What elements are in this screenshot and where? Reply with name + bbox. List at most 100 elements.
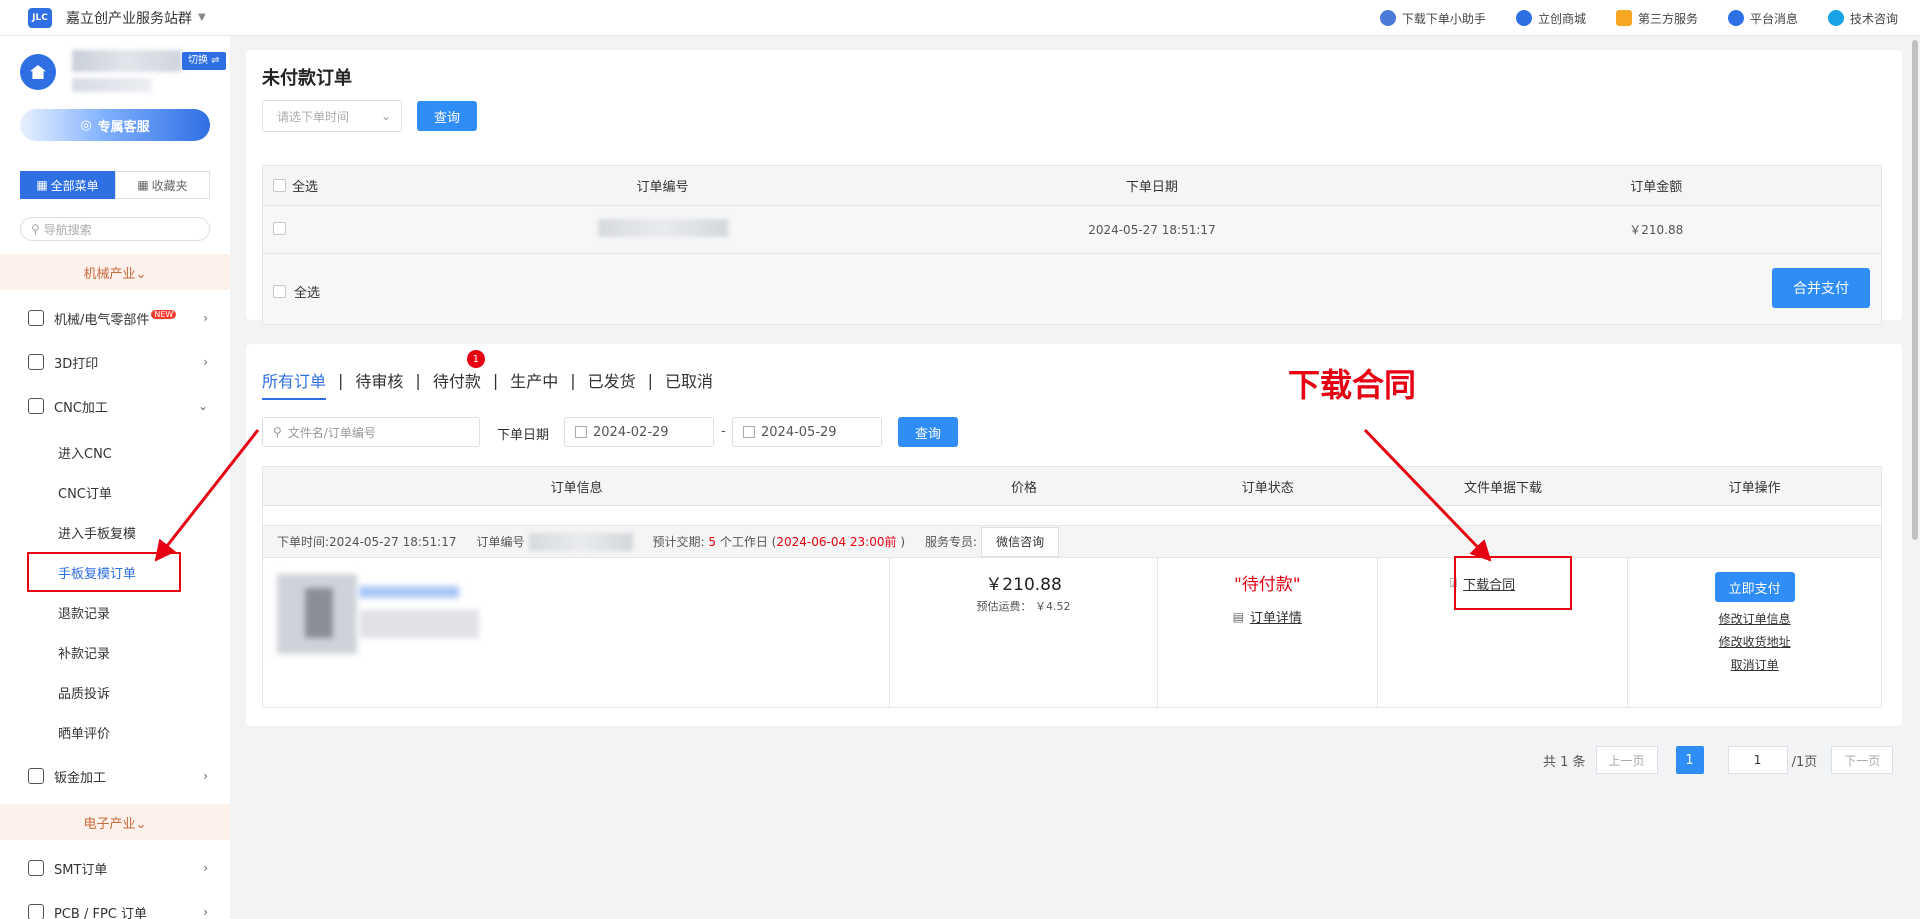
next-page-button[interactable]: 下一页 <box>1831 746 1894 774</box>
sidebar-sub-cnc-orders[interactable]: CNC订单 <box>0 472 230 512</box>
service-agent: 服务专员: 微信咨询 <box>925 526 1060 557</box>
sidebar-sub-reviews[interactable]: 晒单评价 <box>0 712 230 752</box>
footer-select-all-checkbox[interactable] <box>273 285 286 298</box>
unpaid-table: 全选 订单编号 下单日期 订单金额 2024-05-27 18:51:17 ￥2… <box>262 165 1882 325</box>
table-header: 全选 订单编号 下单日期 订单金额 <box>263 166 1881 206</box>
order-no-cell <box>453 219 872 240</box>
site-name[interactable]: 嘉立创产业服务站群 <box>66 8 192 28</box>
tab-pending-review[interactable]: 待审核 <box>343 368 415 392</box>
col-order-date: 下单日期 <box>1125 180 1178 195</box>
avatar[interactable] <box>20 54 56 90</box>
exclusive-service-button[interactable]: ◎ 专属客服 <box>20 109 210 141</box>
orders-table: 订单信息 价格 订单状态 文件单据下载 订单操作 下单时间:2024-05-27… <box>262 466 1882 708</box>
sidebar-item-3d-print[interactable]: 3D打印 › <box>0 342 230 382</box>
unpaid-query-button[interactable]: 查询 <box>417 101 477 131</box>
order-time-select[interactable]: 请选下单时间 ⌄ <box>262 100 402 132</box>
userid-blurred <box>72 78 152 92</box>
pay-now-button[interactable]: 立即支付 <box>1714 572 1795 602</box>
table-header: 订单信息 价格 订单状态 文件单据下载 订单操作 <box>263 467 1881 505</box>
mall-icon <box>1515 10 1532 26</box>
sidebar-sub-refunds[interactable]: 退款记录 <box>0 592 230 632</box>
col-order-no: 订单编号 <box>636 180 689 195</box>
board-icon <box>28 904 44 919</box>
search-icon: ⚲ <box>273 425 282 439</box>
sidebar-sub-supplements[interactable]: 补款记录 <box>0 632 230 672</box>
tab-shipped[interactable]: 已发货 <box>576 368 648 392</box>
edit-address-link[interactable]: 修改收货地址 <box>1628 633 1881 650</box>
mall-link[interactable]: 立创商城 <box>1515 10 1586 27</box>
order-no-blurred <box>528 532 633 551</box>
grid-icon <box>1615 10 1632 26</box>
wechat-consult-button[interactable]: 微信咨询 <box>981 526 1060 557</box>
chevron-down-icon: ⌄ <box>197 399 208 413</box>
current-page-button[interactable]: 1 <box>1675 746 1704 774</box>
prev-page-button[interactable]: 上一页 <box>1595 746 1658 774</box>
sidebar-item-sheet-metal[interactable]: 钣金加工 › <box>0 756 230 796</box>
username-blurred <box>72 50 182 72</box>
grid-icon: ▦ <box>36 178 48 192</box>
new-badge: NEW <box>151 309 177 319</box>
download-assistant-link[interactable]: 下载下单小助手 <box>1379 10 1486 27</box>
chevron-right-icon: › <box>203 769 208 783</box>
sheet-metal-icon <box>28 768 44 784</box>
sidebar-sub-enter-cnc[interactable]: 进入CNC <box>0 432 230 472</box>
pager-total: 共 1 条 <box>1543 754 1586 770</box>
row-checkbox-cell <box>263 221 453 238</box>
tab-all-menu[interactable]: ▦ 全部菜单 <box>20 171 115 199</box>
chevron-right-icon: › <box>203 311 208 325</box>
table-row: ￥210.88 预估运费： ￥4.52 "待付款" ▤ 订单详情 ⍗ 下载合同 立即… <box>263 557 1881 707</box>
date-to-input[interactable]: 2024-05-29 <box>732 417 882 447</box>
sidebar-item-parts[interactable]: 机械/电气零部件 NEW › <box>0 298 230 338</box>
order-search-input[interactable]: ⚲ 文件名/订单编号 <box>262 417 480 447</box>
assistant-icon <box>1379 10 1396 26</box>
category-mechanical[interactable]: 机械产业⌄ <box>0 254 230 290</box>
date-from-input[interactable]: 2024-02-29 <box>564 417 714 447</box>
date-separator: - <box>721 424 726 439</box>
delivery-estimate: 预计交期: 5 个工作日 (2024-06-04 23:00前 ) <box>652 535 906 549</box>
tab-favorites[interactable]: ▦ 收藏夹 <box>115 171 210 199</box>
tab-cancelled[interactable]: 已取消 <box>653 368 725 392</box>
product-name-blurred[interactable] <box>359 586 459 598</box>
chevron-down-icon[interactable]: ▼ <box>198 12 206 23</box>
sidebar-sub-enter-prototype[interactable]: 进入手板复模 <box>0 512 230 552</box>
category-electronic[interactable]: 电子产业⌄ <box>0 804 230 840</box>
search-icon: ⚲ <box>31 222 40 236</box>
tab-in-production[interactable]: 生产中 <box>498 368 570 392</box>
col-downloads: 文件单据下载 <box>1463 480 1542 496</box>
chevron-down-icon: ⌄ <box>380 109 391 123</box>
nav-search-input[interactable]: ⚲ 导航搜索 <box>20 217 210 241</box>
select-all-checkbox[interactable] <box>273 179 286 192</box>
page-title: 未付款订单 <box>262 68 352 89</box>
third-party-link[interactable]: 第三方服务 <box>1615 10 1698 27</box>
sidebar-sub-complaints[interactable]: 品质投诉 <box>0 672 230 712</box>
sidebar-item-pcb[interactable]: PCB / FPC 订单 › <box>0 892 230 919</box>
footer-select-all: 全选 <box>273 282 320 301</box>
sidebar-item-cnc[interactable]: CNC加工 ⌄ <box>0 386 230 426</box>
switch-account-button[interactable]: 切换 ⇌ <box>182 52 226 70</box>
order-time: 下单时间:2024-05-27 18:51:17 <box>277 535 457 549</box>
wrench-icon <box>28 310 44 326</box>
logo[interactable]: JLC <box>28 7 52 28</box>
merge-pay-button[interactable]: 合并支付 <box>1772 268 1870 308</box>
page-input[interactable]: 1 <box>1727 746 1788 774</box>
document-icon: ▤ <box>1232 609 1244 624</box>
tab-pending-payment[interactable]: 待付款 1 <box>421 350 493 392</box>
tech-consult-link[interactable]: 技术咨询 <box>1827 10 1898 27</box>
table-footer: 全选 合并支付 <box>263 254 1881 324</box>
shipping-estimate: 预估运费： ￥4.52 <box>976 600 1071 613</box>
order-detail-link[interactable]: ▤ 订单详情 <box>1158 607 1377 627</box>
top-links: 下载下单小助手 立创商城 第三方服务 平台消息 技术咨询 <box>1379 0 1898 36</box>
orders-query-button[interactable]: 查询 <box>898 417 958 447</box>
tab-all-orders[interactable]: 所有订单 <box>262 368 338 400</box>
cancel-order-link[interactable]: 取消订单 <box>1628 656 1881 673</box>
scrollbar[interactable] <box>1912 40 1918 540</box>
sidebar-item-smt[interactable]: SMT订单 › <box>0 848 230 888</box>
col-status: 订单状态 <box>1241 480 1294 496</box>
calendar-icon <box>743 426 755 438</box>
edit-order-info-link[interactable]: 修改订单信息 <box>1628 610 1881 627</box>
messages-link[interactable]: 平台消息 <box>1727 10 1798 27</box>
chip-icon <box>28 860 44 876</box>
annotation-download-contract: 下载合同 <box>1288 366 1417 404</box>
drill-icon <box>28 398 44 414</box>
row-checkbox[interactable] <box>273 221 286 235</box>
